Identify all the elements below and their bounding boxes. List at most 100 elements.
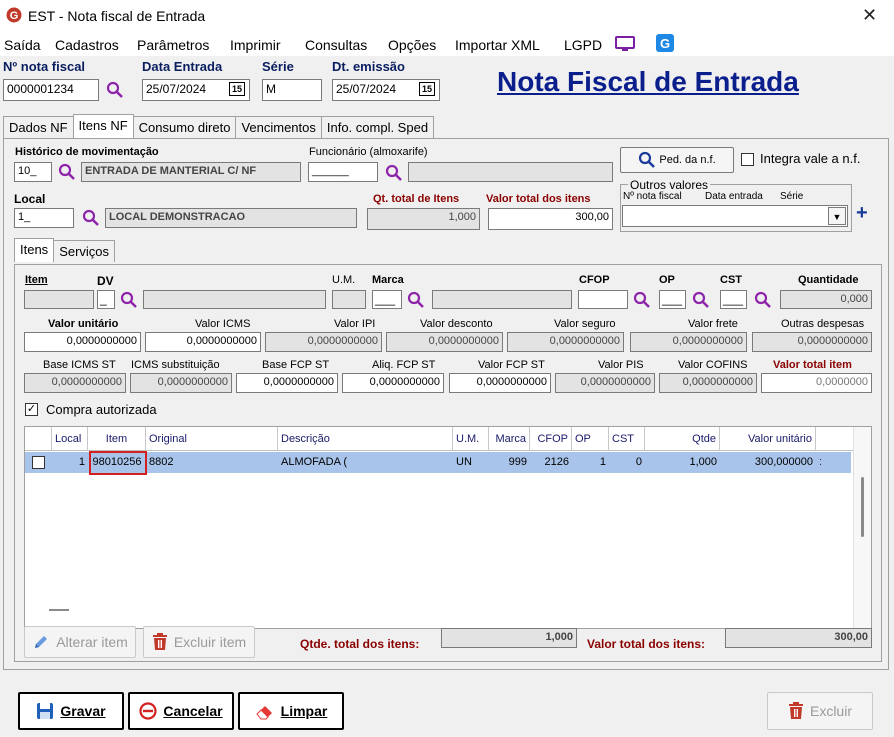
valor-pis-field: 0,0000000000 (555, 373, 655, 393)
item-highlight-box (89, 451, 147, 475)
outras-despesas-field: 0,0000000000 (752, 332, 872, 352)
grid-col-marca[interactable]: Marca (489, 427, 530, 451)
cfop-label: CFOP (579, 274, 610, 286)
menu-importar-xml[interactable]: Importar XML (455, 37, 540, 53)
grid-col-op[interactable]: OP (572, 427, 609, 451)
valor-fcp-st-label: Valor FCP ST (478, 359, 545, 371)
valor-unitario-input[interactable]: 0,0000000000 (24, 332, 141, 352)
menu-saida[interactable]: Saída (4, 37, 41, 53)
funcionario-desc-field (408, 162, 613, 182)
search-item-icon[interactable] (120, 291, 138, 309)
grid-col-qtde[interactable]: Qtde (645, 427, 720, 451)
search-cst-icon[interactable] (754, 291, 772, 309)
limpar-button[interactable]: Limpar (238, 692, 344, 730)
op-input[interactable]: ___ (659, 290, 686, 309)
historico-code-input[interactable]: 10_ (14, 162, 52, 182)
grid-col-cst[interactable]: CST (609, 427, 645, 451)
grid-col-item[interactable]: Item (88, 427, 146, 451)
grid-col-um[interactable]: U.M. (453, 427, 489, 451)
search-local-icon[interactable] (82, 209, 100, 227)
icms-substituicao-field: 0,0000000000 (130, 373, 232, 393)
serie-input[interactable]: M (262, 79, 322, 101)
menu-cadastros[interactable]: Cadastros (55, 37, 119, 53)
base-fcp-st-input[interactable]: 0,0000000000 (236, 373, 338, 393)
search-nota-icon[interactable] (106, 81, 124, 99)
menu-consultas[interactable]: Consultas (305, 37, 367, 53)
integra-vale-checkbox[interactable] (741, 153, 754, 166)
items-grid[interactable]: Local Item Original Descrição U.M. Marca… (24, 426, 872, 629)
search-cfop-icon[interactable] (633, 291, 651, 309)
pencil-icon (35, 636, 48, 648)
grid-col-descricao[interactable]: Descrição (278, 427, 453, 451)
marca-label: Marca (372, 274, 404, 286)
grid-col-original[interactable]: Original (146, 427, 278, 451)
gravar-label: Gravar (60, 703, 106, 719)
ped-nf-button[interactable]: Ped. da n.f. (620, 147, 734, 173)
icms-substituicao-label: ICMS substituição (131, 359, 220, 371)
quantidade-value: 0,000 (780, 290, 872, 309)
monitor-icon[interactable] (614, 35, 636, 53)
add-outros-icon[interactable]: + (856, 202, 868, 225)
valor-fcp-st-input[interactable]: 0,0000000000 (449, 373, 551, 393)
local-code-input[interactable]: 1_ (14, 208, 74, 228)
search-marca-icon[interactable] (407, 291, 425, 309)
cancelar-button[interactable]: Cancelar (128, 692, 234, 730)
grid-scrollbar-thumb[interactable] (861, 477, 864, 537)
valor-icms-input[interactable]: 0,0000000000 (145, 332, 261, 352)
alterar-item-button[interactable]: Alterar item (24, 626, 136, 658)
funcionario-code-input[interactable]: ______ (308, 162, 378, 182)
base-fcp-st-label: Base FCP ST (262, 359, 330, 371)
window-title: EST - Nota fiscal de Entrada (28, 8, 206, 24)
nota-fiscal-label: Nº nota fiscal (3, 59, 86, 74)
tab-itens[interactable]: Itens (14, 238, 55, 262)
g-brand-icon[interactable]: G (656, 34, 674, 52)
valor-total-footer-label: Valor total dos itens: (587, 637, 706, 651)
calendar-emissao-icon[interactable]: 15 (419, 82, 435, 96)
marca-input[interactable]: ___ (372, 290, 402, 309)
cfop-input[interactable] (578, 290, 628, 309)
grid-hscroll-thumb[interactable] (49, 609, 69, 611)
search-op-icon[interactable] (692, 291, 710, 309)
dv-input[interactable]: _ (97, 290, 115, 309)
row-select-checkbox[interactable] (32, 456, 45, 469)
base-icms-st-label: Base ICMS ST (43, 359, 116, 371)
calendar-entrada-icon[interactable]: 15 (229, 82, 245, 96)
excluir-item-button[interactable]: Excluir item (143, 626, 255, 658)
search-funcionario-icon[interactable] (385, 164, 403, 182)
cell-cst: 0 (635, 456, 642, 468)
cell-um: UN (456, 456, 472, 468)
table-row[interactable]: 1 98010256 8802 ALMOFADA ( UN 999 2126 1… (25, 452, 851, 473)
outros-col-serie: Série (780, 191, 804, 202)
tab-consumo-direto[interactable]: Consumo direto (132, 116, 237, 138)
excluir-button[interactable]: Excluir (767, 692, 873, 730)
valor-total-itens-label: Valor total dos itens (486, 193, 591, 205)
grid-col-valor-unitario[interactable]: Valor unitário (720, 427, 816, 451)
chevron-down-icon[interactable]: ▼ (828, 207, 846, 225)
tab-vencimentos[interactable]: Vencimentos (235, 116, 322, 138)
valor-cofins-label: Valor COFINS (678, 359, 748, 371)
tab-servicos[interactable]: Serviços (53, 240, 116, 262)
alterar-item-label: Alterar item (56, 634, 128, 650)
aliq-fcp-st-input[interactable]: 0,0000000000 (342, 373, 444, 393)
menu-opcoes[interactable]: Opções (388, 37, 436, 53)
gravar-button[interactable]: Gravar (18, 692, 124, 730)
outros-valores-label: Outros valores (628, 178, 711, 192)
compra-autorizada-checkbox[interactable]: ✓ (25, 403, 38, 416)
outros-valores-select[interactable] (622, 205, 848, 227)
cst-input[interactable]: ___ (720, 290, 747, 309)
grid-col-cfop[interactable]: CFOP (530, 427, 572, 451)
search-historico-icon[interactable] (58, 163, 76, 181)
menu-imprimir[interactable]: Imprimir (230, 37, 281, 53)
tab-dados-nf[interactable]: Dados NF (3, 116, 74, 138)
menu-parametros[interactable]: Parâmetros (137, 37, 209, 53)
tab-itens-nf[interactable]: Itens NF (72, 114, 134, 138)
item-code-input[interactable] (24, 290, 94, 309)
nota-fiscal-input[interactable]: 0000001234 (3, 79, 99, 101)
cell-original: 8802 (149, 456, 174, 468)
grid-header: Local Item Original Descrição U.M. Marca… (25, 427, 871, 451)
trash-icon (788, 702, 803, 719)
close-icon[interactable]: ✕ (862, 5, 877, 26)
menu-lgpd[interactable]: LGPD (564, 37, 602, 53)
grid-col-local[interactable]: Local (52, 427, 88, 451)
tab-info-compl-sped[interactable]: Info. compl. Sped (320, 116, 435, 138)
